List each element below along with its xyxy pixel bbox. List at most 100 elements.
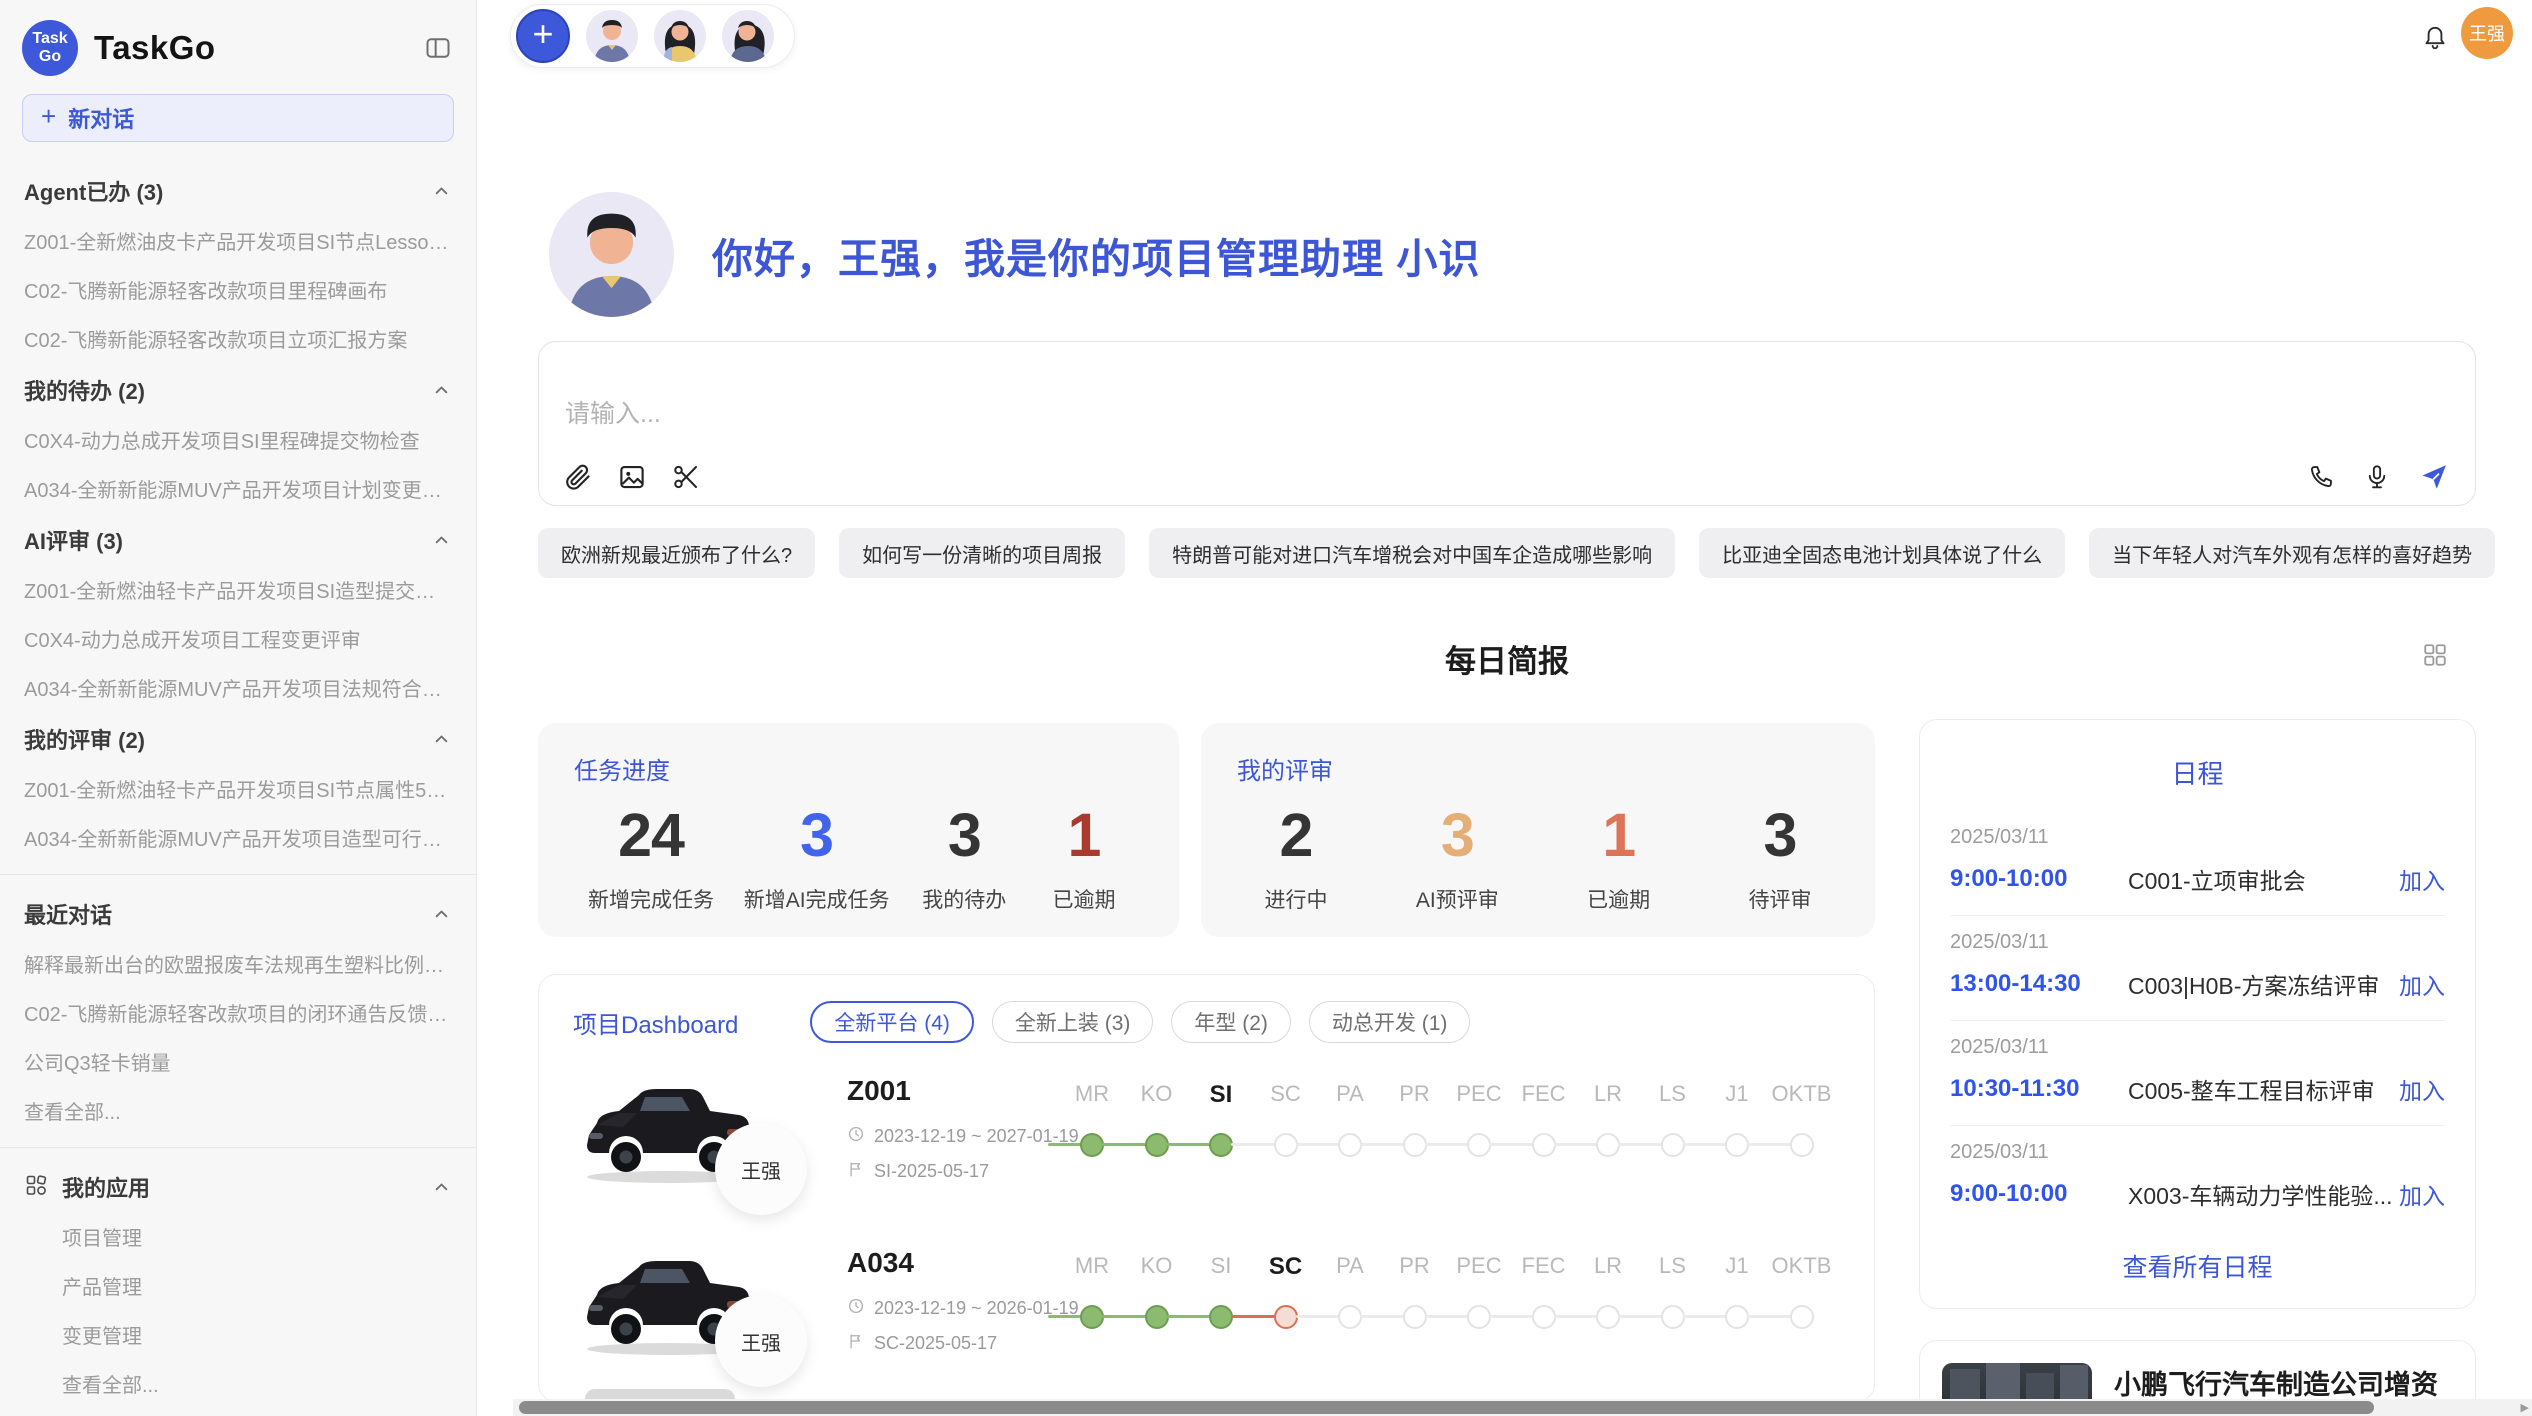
stat-item: 2进行中 <box>1251 800 1341 914</box>
recent-chat-item[interactable]: 公司Q3轻卡销量 <box>0 1037 476 1086</box>
join-meeting-link[interactable]: 加入 <box>2399 967 2445 1001</box>
milestone-dot <box>1274 1133 1298 1157</box>
sidebar-section-header[interactable]: Agent已办 (3) <box>0 164 476 216</box>
new-chat-label: 新对话 <box>68 102 134 134</box>
event-date: 2025/03/11 <box>1950 931 2445 954</box>
dashboard-tab[interactable]: 年型 (2) <box>1171 1001 1291 1043</box>
sidebar-task-item[interactable]: C02-飞腾新能源轻客改款项目里程碑画布 <box>0 265 476 314</box>
milestone-dot <box>1467 1305 1491 1329</box>
briefing-cards: 任务进度24新增完成任务3新增AI完成任务3我的待办1已逾期我的评审2进行中3A… <box>538 723 1875 937</box>
scrollbar-right-arrow[interactable]: ▶ <box>2521 1401 2529 1414</box>
agent-avatar-3[interactable] <box>722 10 774 62</box>
screenshot-scissors-icon[interactable] <box>671 462 701 492</box>
join-meeting-link[interactable]: 加入 <box>2399 1072 2445 1106</box>
milestone-label: KO <box>1122 1253 1192 1279</box>
event-date: 2025/03/11 <box>1950 1036 2445 1059</box>
send-icon[interactable] <box>2419 462 2449 492</box>
recent-chats-header[interactable]: 最近对话 <box>0 887 476 939</box>
sidebar-task-item[interactable]: A034-全新新能源MUV产品开发项目法规符合性评审 <box>0 663 476 712</box>
join-meeting-link[interactable]: 加入 <box>2399 862 2445 896</box>
dashboard-tab[interactable]: 全新上装 (3) <box>992 1001 1154 1043</box>
flag-icon <box>847 1160 865 1183</box>
microphone-icon[interactable] <box>2363 463 2391 491</box>
milestone-label: MR <box>1057 1253 1127 1279</box>
sidebar-task-item[interactable]: C0X4-动力总成开发项目SI里程碑提交物检查 <box>0 415 476 464</box>
add-agent-button[interactable]: + <box>516 9 570 63</box>
sidebar-task-item[interactable]: C0X4-动力总成开发项目工程变更评审 <box>0 614 476 663</box>
new-chat-button[interactable]: + 新对话 <box>22 94 454 142</box>
app-link[interactable]: 项目管理 <box>0 1212 476 1261</box>
schedule-event: 2025/03/11 10:30-11:30C005-整车工程目标评审加入 <box>1950 1020 2445 1125</box>
recent-chat-item[interactable]: C02-飞腾新能源轻客改款项目的闭环通告反馈情况 <box>0 988 476 1037</box>
app-link[interactable]: 产品管理 <box>0 1261 476 1310</box>
greeting-text: 你好，王强，我是你的项目管理助理 小识 <box>712 225 1480 285</box>
join-meeting-link[interactable]: 加入 <box>2399 1177 2445 1211</box>
suggestion-chip[interactable]: 比亚迪全固态电池计划具体说了什么 <box>1699 528 2065 578</box>
chevron-up-icon <box>433 731 450 748</box>
agent-avatar-1[interactable] <box>586 10 638 62</box>
chevron-up-icon <box>433 183 450 200</box>
chevron-up-icon <box>433 382 450 399</box>
project-row[interactable]: 王强Z0012023-12-19 ~ 2027-01-19SI-2025-05-… <box>579 1071 1852 1191</box>
stat-item: 3我的待办 <box>919 800 1009 914</box>
sidebar-task-item[interactable]: C02-飞腾新能源轻客改款项目立项汇报方案 <box>0 314 476 363</box>
milestone-dot <box>1274 1305 1298 1329</box>
sidebar-task-item[interactable]: A034-全新新能源MUV产品开发项目造型可行性评审 <box>0 813 476 862</box>
dashboard-tab[interactable]: 全新平台 (4) <box>810 1001 974 1043</box>
sidebar-section-header[interactable]: 我的待办 (2) <box>0 363 476 415</box>
scrollbar-thumb[interactable] <box>519 1401 2374 1414</box>
sidebar-section-header[interactable]: 我的评审 (2) <box>0 712 476 764</box>
sidebar-section-header[interactable]: AI评审 (3) <box>0 513 476 565</box>
suggestion-chip[interactable]: 特朗普可能对进口汽车增税会对中国车企造成哪些影响 <box>1149 528 1675 578</box>
milestone-label: PA <box>1315 1253 1385 1279</box>
schedule-title: 日程 <box>1950 754 2445 791</box>
view-all-apps-link[interactable]: 查看全部... <box>0 1359 476 1408</box>
milestone-dot <box>1596 1133 1620 1157</box>
milestone-label: SC <box>1251 1253 1321 1281</box>
milestone-connector <box>1048 1143 1084 1146</box>
stat-value: 3 <box>1412 800 1502 870</box>
image-upload-icon[interactable] <box>617 462 647 492</box>
event-name: X003-车辆动力学性能验... <box>2128 1177 2391 1211</box>
project-flag: SC-2025-05-17 <box>847 1332 1052 1355</box>
suggestion-chip[interactable]: 欧洲新规最近颁布了什么? <box>538 528 815 578</box>
agent-avatar-2[interactable] <box>654 10 706 62</box>
milestone-dot <box>1661 1305 1685 1329</box>
user-avatar[interactable]: 王强 <box>2461 7 2513 59</box>
sidebar-task-item[interactable]: Z001-全新燃油轻卡产品开发项目SI造型提交物评审 <box>0 565 476 614</box>
milestone-connector <box>1489 1143 1534 1146</box>
milestone-label: SI <box>1186 1081 1256 1109</box>
layout-grid-icon[interactable] <box>2422 642 2448 673</box>
event-name: C001-立项审批会 <box>2128 862 2391 896</box>
attachment-icon[interactable] <box>563 462 593 492</box>
app-link[interactable]: 变更管理 <box>0 1310 476 1359</box>
milestone-connector <box>1618 1315 1663 1318</box>
chat-input[interactable] <box>565 400 1965 429</box>
event-main: 10:30-11:30C005-整车工程目标评审加入 <box>1950 1072 2445 1106</box>
recent-chat-item[interactable]: 解释最新出台的欧盟报废车法规再生塑料比例被调至15%... <box>0 939 476 988</box>
notification-bell-icon[interactable] <box>2421 22 2449 55</box>
schedule-card: 日程 2025/03/119:00-10:00C001-立项审批会加入2025/… <box>1919 719 2476 1309</box>
daily-brief-title: 每日简报 <box>538 636 2476 681</box>
view-all-schedule-link[interactable]: 查看所有日程 <box>1920 1248 2475 1284</box>
event-time: 9:00-10:00 <box>1950 1180 2128 1208</box>
suggestion-chip[interactable]: 当下年轻人对汽车外观有怎样的喜好趋势 <box>2089 528 2495 578</box>
milestone-connector <box>1167 1143 1212 1146</box>
sidebar-task-item[interactable]: Z001-全新燃油轻卡产品开发项目SI节点属性5D文件评审 <box>0 764 476 813</box>
view-all-chats-link[interactable]: 查看全部... <box>0 1086 476 1135</box>
sidebar-task-item[interactable]: A034-全新新能源MUV产品开发项目计划变更表编写 <box>0 464 476 513</box>
event-name: C003|H0B-方案冻结评审 <box>2128 967 2391 1001</box>
sidebar-link-folder[interactable]: 我的云空间 <box>0 1408 476 1416</box>
milestone-connector <box>1425 1143 1470 1146</box>
milestone-label: SC <box>1251 1081 1321 1107</box>
my-apps-header[interactable]: 我的应用 <box>0 1160 476 1212</box>
milestone-connector <box>1231 1143 1276 1146</box>
sidebar-task-item[interactable]: Z001-全新燃油皮卡产品开发项目SI节点Lesson Learn报告 <box>0 216 476 265</box>
project-row[interactable]: 王强A0342023-12-19 ~ 2026-01-19SC-2025-05-… <box>579 1243 1852 1363</box>
suggestion-chip[interactable]: 如何写一份清晰的项目周报 <box>839 528 1125 578</box>
milestone-dot <box>1532 1305 1556 1329</box>
voice-call-icon[interactable] <box>2307 463 2335 491</box>
dashboard-tab[interactable]: 动总开发 (1) <box>1309 1001 1471 1043</box>
stat-label: 进行中 <box>1251 884 1341 914</box>
collapse-sidebar-icon[interactable] <box>424 34 452 62</box>
